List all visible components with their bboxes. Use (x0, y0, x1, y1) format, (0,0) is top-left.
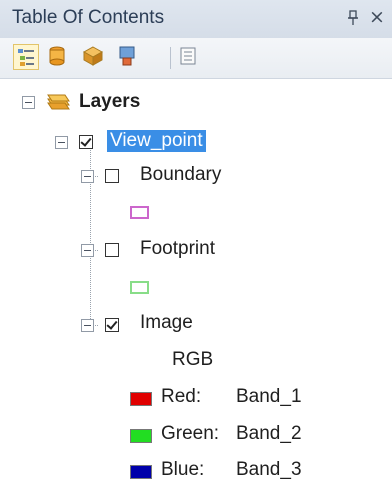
list-by-source-icon (49, 46, 65, 66)
table-of-contents-panel: Table Of Contents × Layers View_point Bo… (0, 0, 392, 503)
image-label[interactable]: Image (140, 312, 193, 334)
red-channel-label: Red: (161, 386, 202, 407)
blue-band-label: Band_3 (236, 459, 302, 480)
toolbar-separator (170, 47, 171, 69)
list-by-drawing-order-icon (18, 49, 34, 66)
list-by-visibility-button[interactable] (81, 44, 107, 70)
list-by-drawing-order-button[interactable] (13, 44, 39, 70)
list-by-visibility-icon (82, 46, 104, 66)
boundary-expander[interactable] (81, 170, 94, 183)
list-by-selection-icon (119, 46, 135, 66)
footprint-label[interactable]: Footprint (140, 238, 215, 260)
view-point-checkbox[interactable] (79, 135, 93, 149)
close-icon[interactable]: × (369, 6, 385, 28)
options-icon (180, 47, 196, 65)
title-bar: Table Of Contents × (0, 0, 392, 39)
red-band-swatch[interactable] (130, 392, 152, 406)
view-point-label[interactable]: View_point (107, 130, 206, 152)
footprint-symbol[interactable] (130, 281, 149, 294)
layers-expander[interactable] (22, 96, 35, 109)
list-by-selection-button[interactable] (115, 44, 141, 70)
green-band-swatch[interactable] (130, 429, 152, 443)
blue-channel-label: Blue: (161, 459, 205, 480)
boundary-label[interactable]: Boundary (140, 164, 221, 186)
image-checkbox[interactable] (105, 318, 119, 332)
green-band-label: Band_2 (236, 423, 302, 444)
footprint-expander[interactable] (81, 244, 94, 257)
footprint-checkbox[interactable] (105, 243, 119, 257)
view-point-expander[interactable] (55, 136, 68, 149)
red-band-label: Band_1 (236, 386, 302, 407)
options-button[interactable] (176, 44, 202, 70)
pin-icon[interactable] (347, 9, 363, 27)
green-channel-label: Green: (161, 423, 220, 444)
layer-tree: Layers View_point Boundary Footprint Ima… (0, 79, 392, 503)
image-expander[interactable] (81, 319, 94, 332)
panel-title: Table Of Contents (12, 7, 165, 28)
toolbar (0, 38, 392, 79)
boundary-symbol[interactable] (130, 206, 149, 219)
rgb-heading: RGB (172, 349, 214, 370)
list-by-source-button[interactable] (45, 44, 71, 70)
layers-icon (45, 91, 71, 117)
layers-label[interactable]: Layers (79, 91, 140, 113)
blue-band-swatch[interactable] (130, 465, 152, 479)
boundary-checkbox[interactable] (105, 169, 119, 183)
